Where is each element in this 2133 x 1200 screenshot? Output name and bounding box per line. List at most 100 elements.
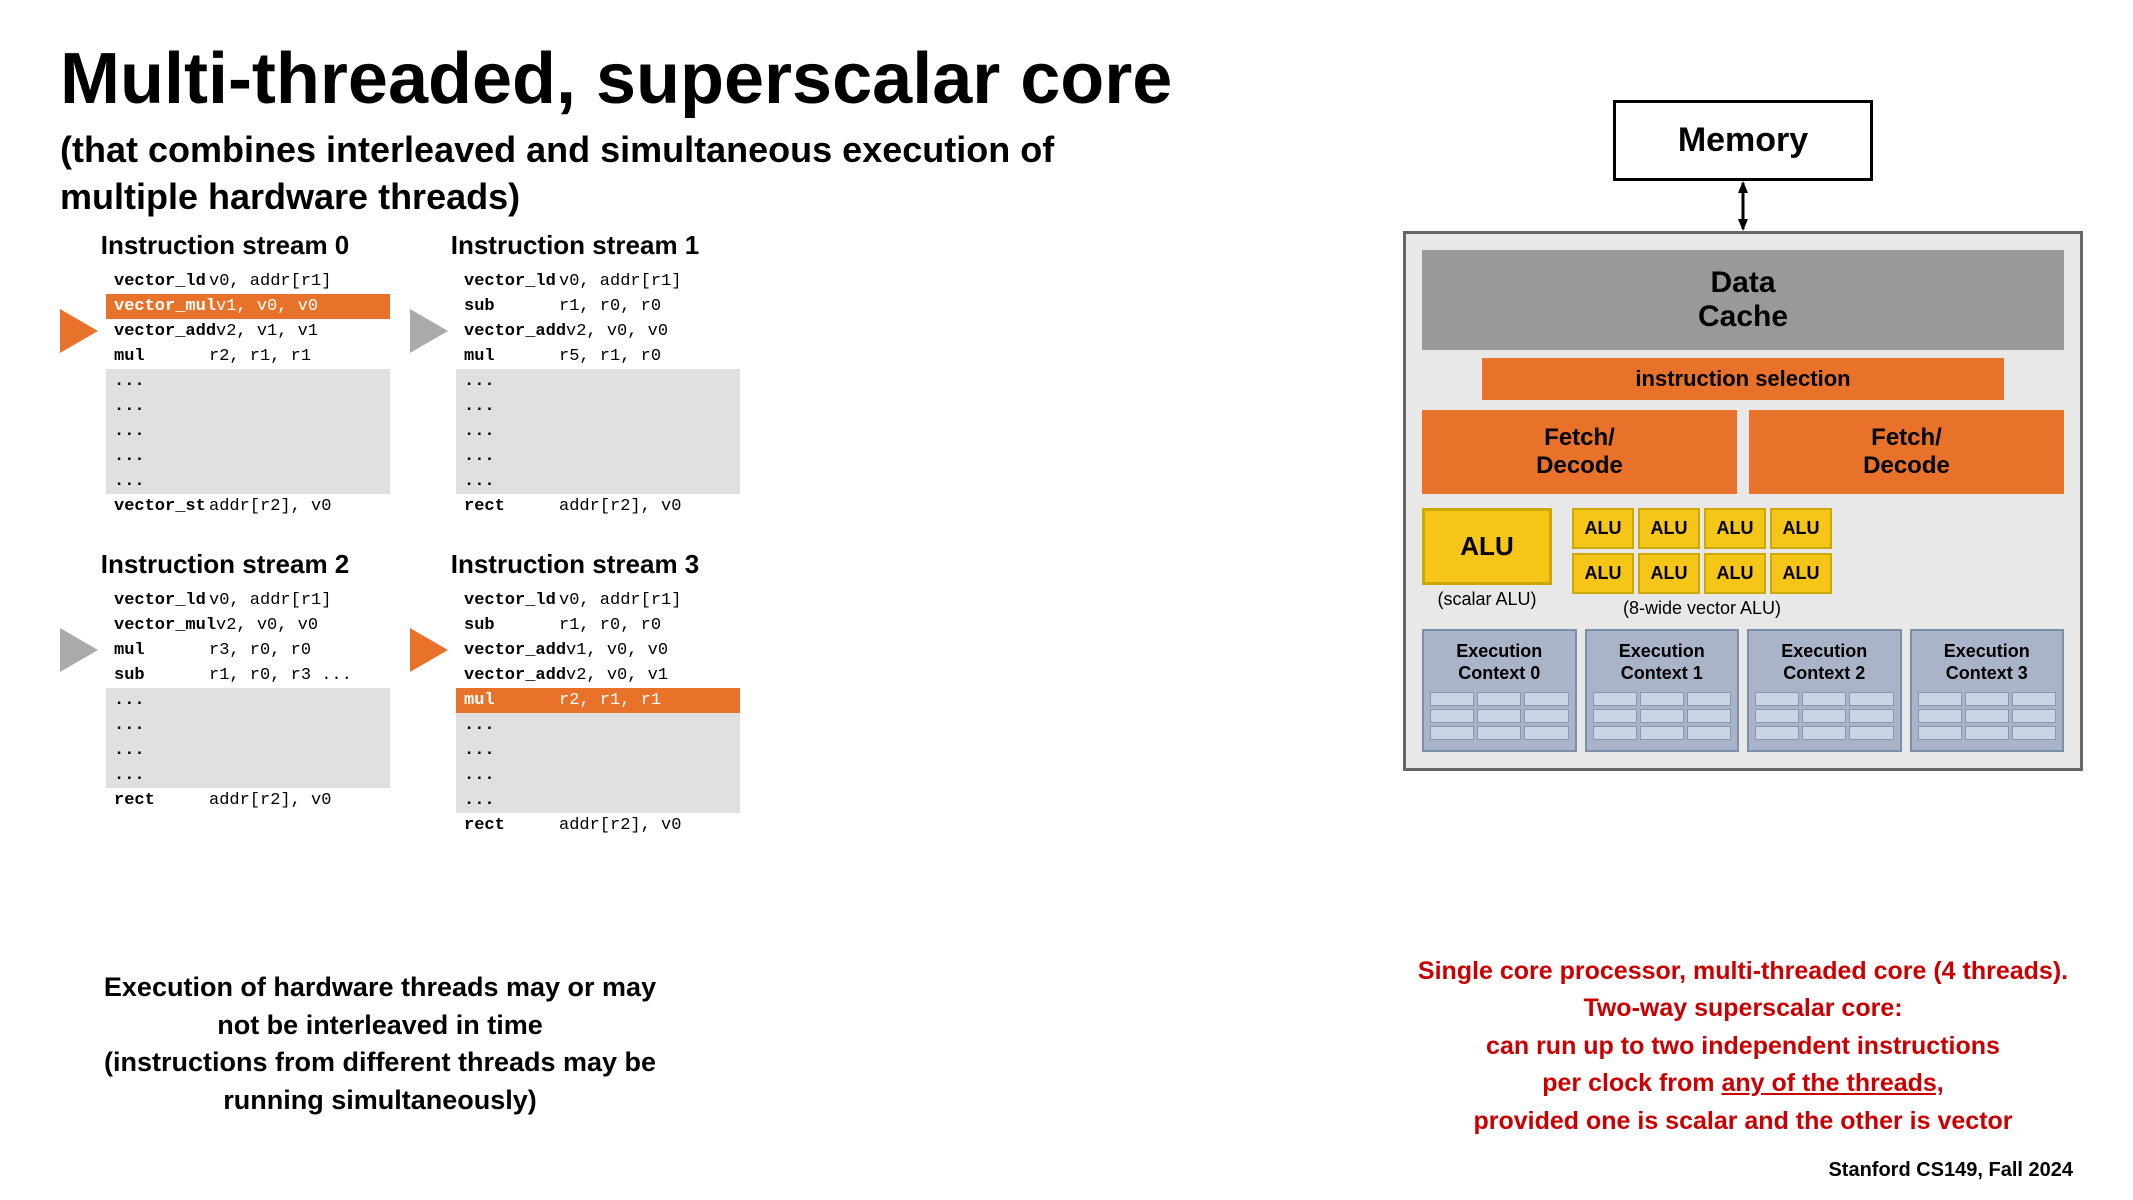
exec-context-3-title: ExecutionContext 3 — [1918, 641, 2057, 684]
exec-context-1-title: ExecutionContext 1 — [1593, 641, 1732, 684]
stream-0-row-6: ... — [106, 419, 390, 444]
stream-3-arrow-container — [410, 588, 448, 672]
instruction-selection-label: instruction selection — [1635, 366, 1850, 391]
bottom-text: Execution of hardware threads may or may… — [60, 969, 700, 1120]
exec-context-0-title: ExecutionContext 0 — [1430, 641, 1569, 684]
reg-1-4 — [1640, 709, 1684, 723]
stream-1-title: Instruction stream 1 — [410, 230, 740, 261]
reg-3-4 — [1965, 709, 2009, 723]
stream-3-wrapper: Instruction stream 3 vector_ldv0, addr[r… — [410, 549, 740, 838]
left-panel: Instruction stream 0 vector_ldv0, addr[r… — [60, 230, 740, 838]
stream-1-table: vector_ldv0, addr[r1] subr1, r0, r0 vect… — [456, 269, 740, 519]
reg-2-2 — [1849, 692, 1893, 706]
stream-0-table: vector_ldv0, addr[r1] vector_mulv1, v0, … — [106, 269, 390, 519]
exec-context-0-regs — [1430, 692, 1569, 740]
vector-alu-group: ALU ALU ALU ALU ALU ALU ALU ALU — [1572, 508, 1832, 594]
vector-alu-row-1: ALU ALU ALU ALU — [1572, 553, 1832, 594]
reg-1-8 — [1687, 726, 1731, 740]
stream-1-row-5: ... — [456, 394, 740, 419]
stream-0-row-9: vector_staddr[r2], v0 — [106, 494, 390, 519]
reg-0-6 — [1430, 726, 1474, 740]
alu-row: ALU (scalar ALU) ALU ALU ALU ALU — [1422, 508, 2064, 619]
stream-2-row-3: subr1, r0, r3 ... — [106, 663, 390, 688]
reg-3-2 — [2012, 692, 2056, 706]
reg-0-7 — [1477, 726, 1521, 740]
stream-1-row-9: rectaddr[r2], v0 — [456, 494, 740, 519]
memory-label: Memory — [1678, 121, 1808, 159]
exec-context-row: ExecutionContext 0 ExecutionCont — [1422, 629, 2064, 752]
stream-2-row-5: ... — [106, 713, 390, 738]
scalar-alu-section: ALU (scalar ALU) — [1422, 508, 1552, 610]
stream-0-row-1: vector_mulv1, v0, v0 — [106, 294, 390, 319]
exec-context-3-regs — [1918, 692, 2057, 740]
page: Multi-threaded, superscalar core (that c… — [0, 0, 2133, 1200]
stream-2-arrow-icon — [60, 628, 98, 672]
scalar-alu-label: ALU — [1460, 531, 1513, 561]
stream-1-row-8: ... — [456, 469, 740, 494]
streams-grid: Instruction stream 0 vector_ldv0, addr[r… — [60, 230, 740, 838]
stream-3-table: vector_ldv0, addr[r1] subr1, r0, r0 vect… — [456, 588, 740, 838]
stream-3-row-8: ... — [456, 788, 740, 813]
stream-1-row-0: vector_ldv0, addr[r1] — [456, 269, 740, 294]
stream-0-arrow-container — [60, 269, 98, 353]
exec-context-1: ExecutionContext 1 — [1585, 629, 1740, 752]
fetch-decode-0: Fetch/Decode — [1422, 410, 1737, 494]
valu-3: ALU — [1770, 508, 1832, 549]
reg-2-3 — [1755, 709, 1799, 723]
red-caption-line-4: provided one is scalar and the other is … — [1403, 1103, 2083, 1141]
reg-2-6 — [1755, 726, 1799, 740]
stream-2-row-6: ... — [106, 738, 390, 763]
stream-2-wrapper: Instruction stream 2 vector_ldv0, addr[r… — [60, 549, 390, 838]
reg-2-8 — [1849, 726, 1893, 740]
stream-1-arrow-container — [410, 269, 448, 353]
stream-0-title: Instruction stream 0 — [60, 230, 390, 261]
stream-2-title: Instruction stream 2 — [60, 549, 390, 580]
reg-1-0 — [1593, 692, 1637, 706]
reg-3-7 — [1965, 726, 2009, 740]
stream-0-row-3: mulr2, r1, r1 — [106, 344, 390, 369]
valu-7: ALU — [1770, 553, 1832, 594]
vector-alu-section: ALU ALU ALU ALU ALU ALU ALU ALU (8-wide … — [1572, 508, 1832, 619]
reg-1-6 — [1593, 726, 1637, 740]
fetch-decode-1: Fetch/Decode — [1749, 410, 2064, 494]
valu-5: ALU — [1638, 553, 1700, 594]
reg-0-8 — [1524, 726, 1568, 740]
stream-1-row-7: ... — [456, 444, 740, 469]
stream-2-arrow-container — [60, 588, 98, 672]
reg-0-3 — [1430, 709, 1474, 723]
stream-3-arrow-icon — [410, 628, 448, 672]
chip-area: DataCache instruction selection Fetch/De… — [1403, 231, 2083, 771]
stream-3-row-0: vector_ldv0, addr[r1] — [456, 588, 740, 613]
stream-2-row-7: ... — [106, 763, 390, 788]
stream-3-row-1: subr1, r0, r0 — [456, 613, 740, 638]
exec-context-2: ExecutionContext 2 — [1747, 629, 1902, 752]
memory-cache-arrow — [1403, 181, 2083, 231]
stream-0-row-2: vector_addv2, v1, v1 — [106, 319, 390, 344]
stream-3-row-3: vector_addv2, v0, v1 — [456, 663, 740, 688]
fetch-decode-row: Fetch/Decode Fetch/Decode — [1422, 410, 2064, 494]
reg-0-1 — [1477, 692, 1521, 706]
reg-0-4 — [1477, 709, 1521, 723]
stream-0-arrow-icon — [60, 309, 98, 353]
reg-3-5 — [2012, 709, 2056, 723]
red-caption-underline: any of the threads, — [1721, 1069, 1943, 1097]
reg-3-8 — [2012, 726, 2056, 740]
reg-2-1 — [1802, 692, 1846, 706]
reg-0-0 — [1430, 692, 1474, 706]
stream-2-row-8: rectaddr[r2], v0 — [106, 788, 390, 813]
valu-0: ALU — [1572, 508, 1634, 549]
stream-0-row-5: ... — [106, 394, 390, 419]
vector-alu-row-0: ALU ALU ALU ALU — [1572, 508, 1832, 549]
stream-3-row-5: ... — [456, 713, 740, 738]
exec-context-3: ExecutionContext 3 — [1910, 629, 2065, 752]
reg-2-7 — [1802, 726, 1846, 740]
stream-0-row-7: ... — [106, 444, 390, 469]
stream-3-row-7: ... — [456, 763, 740, 788]
stream-2-row-1: vector_mulv2, v0, v0 — [106, 613, 390, 638]
valu-1: ALU — [1638, 508, 1700, 549]
stream-2-row-4: ... — [106, 688, 390, 713]
stream-2-table: vector_ldv0, addr[r1] vector_mulv2, v0, … — [106, 588, 390, 813]
reg-1-2 — [1687, 692, 1731, 706]
stream-1-arrow-icon — [410, 309, 448, 353]
exec-context-2-regs — [1755, 692, 1894, 740]
